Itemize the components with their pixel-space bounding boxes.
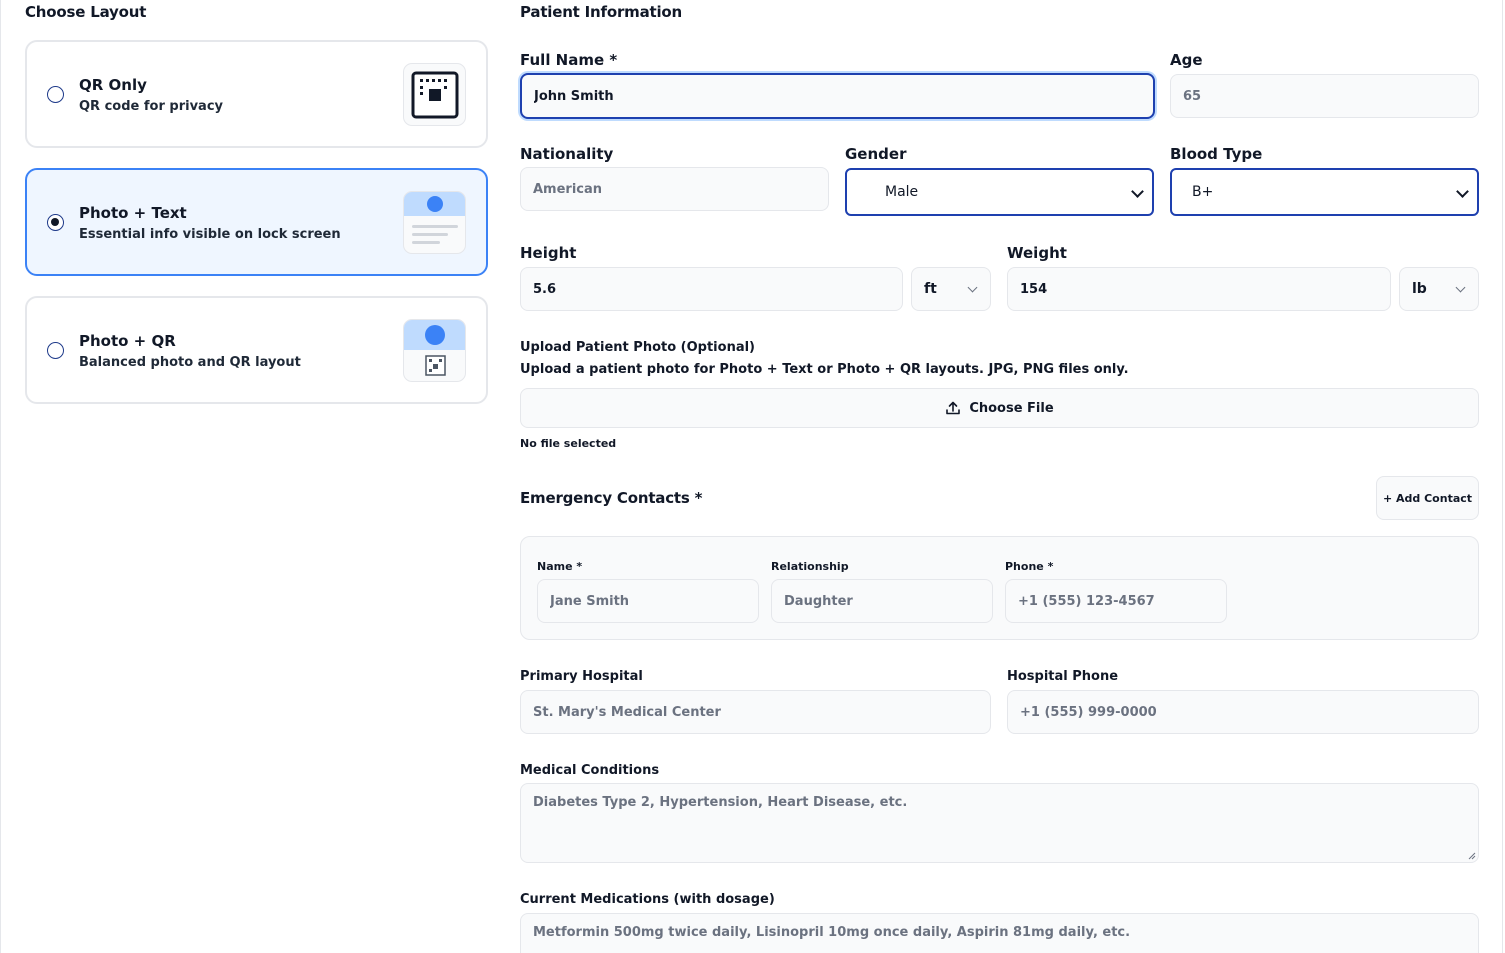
height-label: Height <box>520 244 577 262</box>
nationality-input[interactable] <box>520 167 829 211</box>
blood-type-select[interactable]: B+ <box>1170 168 1479 216</box>
layout-option-desc: QR code for privacy <box>79 99 223 114</box>
full-name-label: Full Name * <box>520 51 618 69</box>
upload-photo-desc: Upload a patient photo for Photo + Text … <box>520 362 1129 377</box>
medications-textarea[interactable]: Metformin 500mg twice daily, Lisinopril … <box>520 913 1479 953</box>
layout-option-photo-qr[interactable]: Photo + QR Balanced photo and QR layout <box>25 296 488 404</box>
primary-hospital-label: Primary Hospital <box>520 669 643 684</box>
contact-phone-input[interactable] <box>1005 579 1227 623</box>
chevron-down-icon <box>1456 185 1469 198</box>
page-right-border <box>1502 0 1503 953</box>
layout-option-qr-only[interactable]: QR Only QR code for privacy <box>25 40 488 148</box>
patient-section-title: Patient Information <box>520 3 683 21</box>
choose-file-label: Choose File <box>969 400 1054 416</box>
weight-unit-value: lb <box>1412 281 1427 297</box>
hospital-phone-input[interactable] <box>1007 690 1479 734</box>
add-contact-button[interactable]: + Add Contact <box>1376 476 1479 520</box>
layout-option-photo-text[interactable]: Photo + Text Essential info visible on l… <box>25 168 488 276</box>
emergency-contacts-title: Emergency Contacts * <box>520 489 703 507</box>
primary-hospital-input[interactable] <box>520 690 991 734</box>
gender-label: Gender <box>845 145 907 163</box>
medical-conditions-textarea[interactable]: Diabetes Type 2, Hypertension, Heart Dis… <box>520 783 1479 863</box>
contact-relationship-label: Relationship <box>771 560 849 573</box>
weight-input[interactable] <box>1007 267 1391 311</box>
contact-name-label: Name * <box>537 560 583 573</box>
chevron-down-icon <box>1131 185 1144 198</box>
page-left-border <box>0 0 1 953</box>
medical-conditions-placeholder: Diabetes Type 2, Hypertension, Heart Dis… <box>533 795 908 810</box>
photo-text-preview-icon <box>403 191 466 254</box>
full-name-input[interactable] <box>520 73 1155 119</box>
layout-option-desc: Essential info visible on lock screen <box>79 227 341 242</box>
medical-conditions-label: Medical Conditions <box>520 763 660 778</box>
layout-option-desc: Balanced photo and QR layout <box>79 355 301 370</box>
height-unit-select[interactable]: ft <box>911 267 991 311</box>
nationality-label: Nationality <box>520 145 614 163</box>
upload-photo-label: Upload Patient Photo (Optional) <box>520 340 755 355</box>
choose-file-button[interactable]: Choose File <box>520 388 1479 428</box>
layout-option-title: Photo + Text <box>79 204 187 222</box>
resize-handle-icon[interactable] <box>1468 852 1476 860</box>
upload-icon <box>946 401 961 415</box>
hospital-phone-label: Hospital Phone <box>1007 669 1119 684</box>
age-input[interactable] <box>1170 74 1479 118</box>
layout-section-title: Choose Layout <box>25 3 147 21</box>
blood-type-label: Blood Type <box>1170 145 1263 163</box>
photo-qr-preview-icon <box>403 319 466 382</box>
layout-option-title: Photo + QR <box>79 332 176 350</box>
height-input[interactable] <box>520 267 903 311</box>
layout-option-title: QR Only <box>79 76 147 94</box>
chevron-down-icon <box>1455 282 1466 293</box>
chevron-down-icon <box>967 282 978 293</box>
photo-qr-radio[interactable] <box>47 342 64 359</box>
contact-name-input[interactable] <box>537 579 759 623</box>
qr-only-preview-icon <box>403 63 466 126</box>
age-label: Age <box>1170 51 1203 69</box>
height-unit-value: ft <box>924 281 937 297</box>
gender-selected-value: Male <box>885 184 919 200</box>
contact-relationship-input[interactable] <box>771 579 993 623</box>
blood-type-selected-value: B+ <box>1192 184 1214 200</box>
photo-text-radio[interactable] <box>47 214 64 231</box>
contact-phone-label: Phone * <box>1005 560 1054 573</box>
medications-label: Current Medications (with dosage) <box>520 892 775 907</box>
medications-placeholder: Metformin 500mg twice daily, Lisinopril … <box>533 925 1131 940</box>
gender-select[interactable]: Male <box>845 168 1154 216</box>
qr-only-radio[interactable] <box>47 86 64 103</box>
file-status: No file selected <box>520 437 617 450</box>
weight-unit-select[interactable]: lb <box>1399 267 1479 311</box>
weight-label: Weight <box>1007 244 1067 262</box>
